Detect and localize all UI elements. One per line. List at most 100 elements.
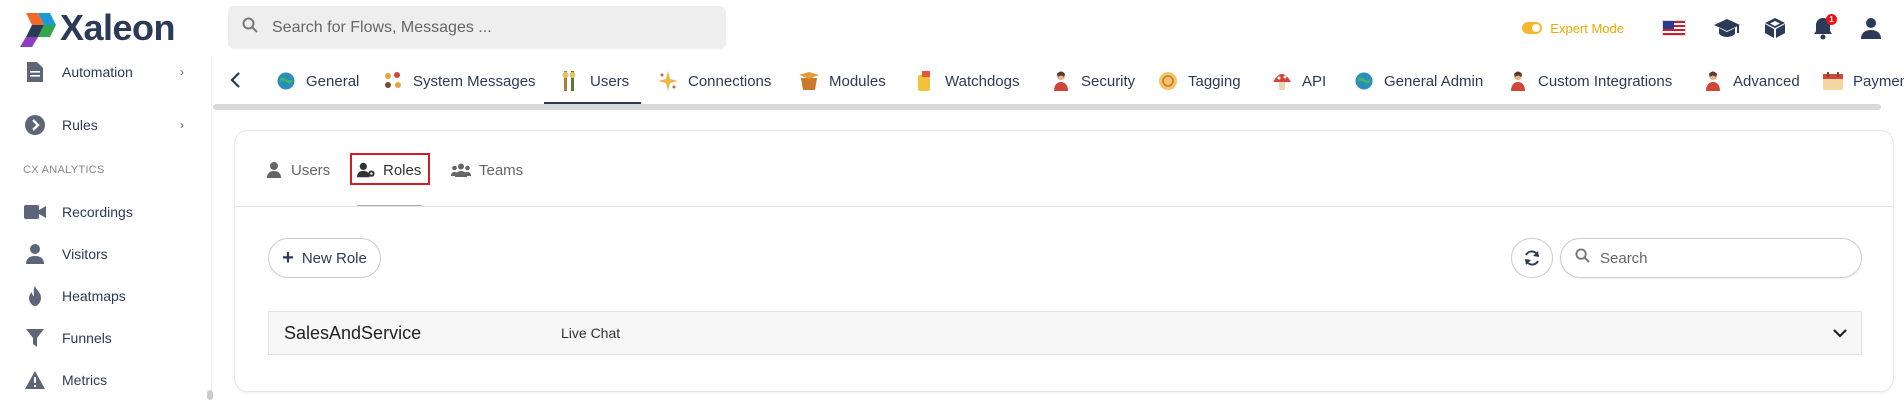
expert-mode-toggle[interactable]: Expert Mode <box>1522 21 1624 36</box>
chevron-down-icon[interactable] <box>1831 324 1849 342</box>
tag-icon <box>1158 71 1178 91</box>
tab-api[interactable]: API <box>1272 68 1326 94</box>
tab-advanced[interactable]: Advanced <box>1703 68 1800 94</box>
sidebar-item-metrics[interactable]: Metrics <box>24 365 184 395</box>
sidebar: Automation › Rules › CX ANALYTICS Record… <box>0 56 213 400</box>
tabs-horizontal-scrollbar[interactable] <box>213 104 1881 110</box>
refresh-icon <box>1525 250 1539 266</box>
tab-system-messages[interactable]: System Messages <box>383 68 536 94</box>
fire-icon <box>24 285 46 307</box>
tab-general[interactable]: General <box>276 68 359 94</box>
new-role-button[interactable]: + New Role <box>268 238 381 278</box>
globe-icon <box>1354 71 1374 91</box>
users-icon <box>560 71 580 91</box>
sparkle-icon <box>658 71 678 91</box>
roles-panel: Users Roles Teams + New Role SalesAndSer… <box>234 130 1894 392</box>
tab-general-admin[interactable]: General Admin <box>1354 68 1483 94</box>
logo[interactable]: Xaleon <box>20 7 176 48</box>
header-actions: Expert Mode 1 <box>1522 0 1904 56</box>
sidebar-item-recordings[interactable]: Recordings <box>24 197 184 227</box>
chevron-right-icon: › <box>180 65 184 79</box>
person-icon <box>1703 71 1723 91</box>
user-icon <box>24 243 46 265</box>
expert-mode-label: Expert Mode <box>1550 20 1624 36</box>
toggle-switch[interactable] <box>1522 22 1543 34</box>
tab-label: Advanced <box>1733 72 1800 90</box>
settings-tabs: General System Messages Users Connection… <box>213 56 1904 104</box>
logo-text: Xaleon <box>60 7 176 48</box>
sidebar-item-visitors[interactable]: Visitors <box>24 239 184 269</box>
sidebar-item-funnels[interactable]: Funnels <box>24 323 184 353</box>
tab-watchdogs[interactable]: Watchdogs <box>915 68 1019 94</box>
tab-modules[interactable]: Modules <box>799 68 886 94</box>
tab-label: Modules <box>829 72 886 90</box>
tab-security[interactable]: Security <box>1051 68 1135 94</box>
user-account-icon[interactable] <box>1858 15 1884 41</box>
roles-search-input[interactable] <box>1600 249 1840 267</box>
sidebar-item-heatmaps[interactable]: Heatmaps <box>24 281 184 311</box>
global-search-input[interactable] <box>272 18 712 37</box>
video-icon <box>24 201 46 223</box>
bell-icon[interactable]: 1 <box>1810 14 1837 41</box>
top-header: Xaleon Expert Mode <box>0 0 1904 56</box>
file-icon <box>24 61 46 83</box>
sidebar-item-label: Funnels <box>62 330 112 346</box>
subtab-teams[interactable]: Teams <box>451 156 523 184</box>
subtab-label: Teams <box>479 161 524 179</box>
tab-label: Users <box>590 72 630 90</box>
tab-custom-integrations[interactable]: Custom Integrations <box>1508 68 1672 94</box>
plus-icon: + <box>282 247 294 269</box>
box-icon <box>799 71 819 91</box>
person-icon <box>1508 71 1528 91</box>
graduation-cap-icon[interactable] <box>1714 15 1740 41</box>
global-search[interactable] <box>228 6 726 49</box>
sidebar-item-label: Rules <box>62 117 98 133</box>
user-icon <box>265 161 283 179</box>
role-name: SalesAndService <box>284 322 422 343</box>
arrow-circle-icon <box>24 114 46 136</box>
tab-users[interactable]: Users <box>560 68 629 94</box>
tab-label: Paymen <box>1853 72 1904 90</box>
notification-badge: 1 <box>1826 14 1837 25</box>
tab-connections[interactable]: Connections <box>658 68 771 94</box>
tab-label: System Messages <box>413 72 536 90</box>
tab-tagging[interactable]: Tagging <box>1158 68 1241 94</box>
tab-payments[interactable]: Paymen <box>1823 68 1904 94</box>
warning-icon <box>24 369 46 391</box>
tab-label: General Admin <box>1384 72 1484 90</box>
mushroom-icon <box>1272 71 1292 91</box>
tab-label: Tagging <box>1188 72 1241 90</box>
tab-label: Connections <box>688 72 772 90</box>
tab-label: Watchdogs <box>945 72 1020 90</box>
tab-label: Security <box>1081 72 1136 90</box>
funnel-icon <box>24 327 46 349</box>
new-role-label: New Role <box>301 249 367 267</box>
sidebar-item-label: Automation <box>62 64 133 80</box>
roles-highlight-box <box>350 153 430 185</box>
tab-label: General <box>306 72 360 90</box>
bulbs-icon <box>383 71 403 91</box>
person-icon <box>1051 71 1071 91</box>
badge-icon <box>915 71 935 91</box>
sidebar-item-label: Visitors <box>62 246 108 262</box>
us-flag-icon[interactable] <box>1662 20 1686 36</box>
globe-icon <box>276 71 296 91</box>
chevron-left-icon <box>230 72 240 88</box>
sidebar-item-label: Recordings <box>62 204 133 220</box>
cube-icon[interactable] <box>1762 15 1788 41</box>
tabs-scroll-left-button[interactable] <box>225 69 247 91</box>
subtab-users[interactable]: Users <box>265 156 330 184</box>
search-icon <box>1575 248 1590 268</box>
sidebar-item-automation[interactable]: Automation › <box>24 57 184 87</box>
roles-search[interactable] <box>1560 238 1862 278</box>
subtabs-divider <box>235 206 1893 207</box>
subtab-label: Users <box>291 161 331 179</box>
team-icon <box>451 161 471 179</box>
role-row[interactable]: SalesAndService Live Chat <box>268 311 1862 355</box>
sidebar-item-rules[interactable]: Rules › <box>24 110 184 140</box>
sidebar-scrollbar[interactable] <box>207 390 213 400</box>
calendar-icon <box>1823 71 1843 91</box>
search-icon <box>242 17 258 38</box>
sidebar-section-title: CX ANALYTICS <box>23 164 105 176</box>
refresh-button[interactable] <box>1511 238 1553 278</box>
